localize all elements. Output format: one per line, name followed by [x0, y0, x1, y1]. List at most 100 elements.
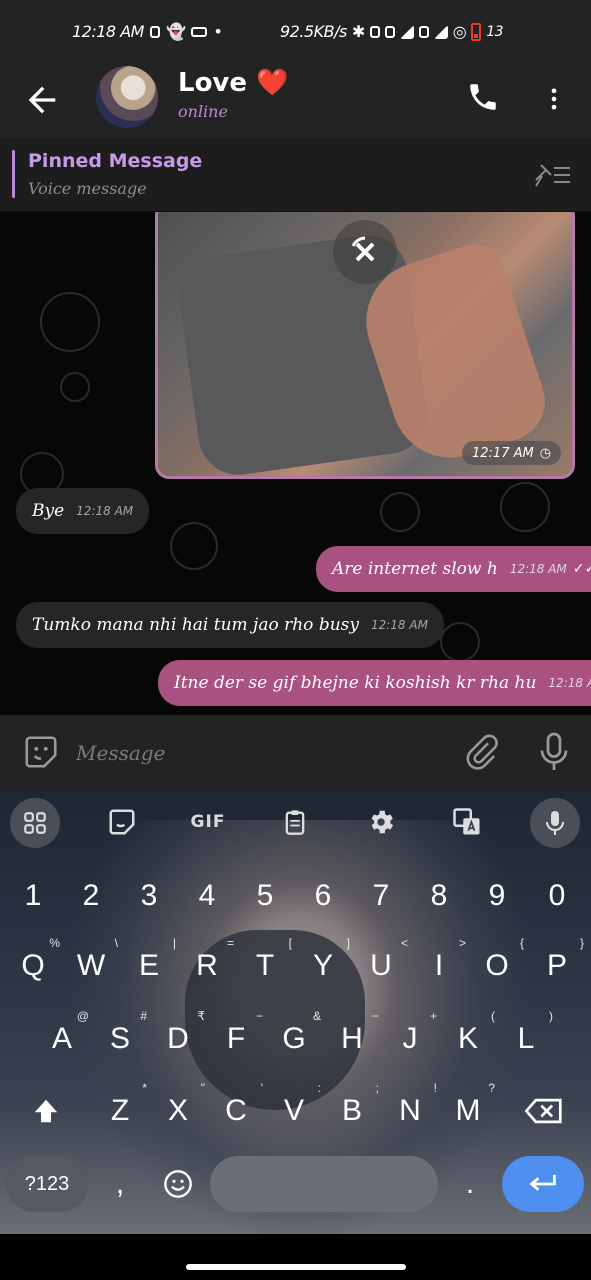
- key-w[interactable]: W \: [62, 936, 120, 994]
- key-3[interactable]: 3: [120, 868, 178, 924]
- key-b[interactable]: B;: [323, 1081, 381, 1139]
- pinned-subtitle: Voice message: [28, 179, 147, 198]
- voice-record-button[interactable]: [536, 731, 572, 773]
- key-n[interactable]: N!: [381, 1081, 439, 1139]
- more-vertical-icon: [551, 88, 557, 110]
- pinned-list-button[interactable]: [532, 160, 572, 190]
- key-9[interactable]: 9: [468, 868, 526, 924]
- key-label: M: [455, 1094, 481, 1127]
- space-key[interactable]: [210, 1156, 438, 1212]
- key-hint: ': [260, 1081, 263, 1095]
- chat-area[interactable]: 12:17 AM ◷ Bye 12:18 AM Are internet slo…: [0, 212, 591, 715]
- translate-button[interactable]: [442, 798, 492, 846]
- key-x[interactable]: X ": [149, 1081, 207, 1139]
- apps-button[interactable]: [10, 798, 60, 848]
- avatar[interactable]: [96, 66, 158, 128]
- pinned-message-bar[interactable]: Pinned Message Voice message: [0, 138, 591, 212]
- status-time: 12:18 AM: [72, 22, 144, 41]
- key-l[interactable]: L): [497, 1009, 555, 1067]
- contact-name[interactable]: Love ❤️: [178, 68, 288, 98]
- key-c[interactable]: C ': [207, 1081, 265, 1139]
- key-2[interactable]: 2: [62, 868, 120, 924]
- key-o[interactable]: O{: [468, 936, 526, 994]
- message-bubble[interactable]: Bye 12:18 AM: [16, 488, 150, 534]
- key-s[interactable]: S #: [91, 1009, 149, 1067]
- key-0[interactable]: 0: [528, 868, 586, 924]
- message-bubble[interactable]: Tumko mana nhi hai tum jao rho busy 12:1…: [16, 602, 444, 648]
- key-label: D: [167, 1022, 189, 1055]
- voice-typing-button[interactable]: [530, 798, 580, 848]
- key-1[interactable]: 1: [4, 868, 62, 924]
- message-bubble[interactable]: Itne der se gif bhejne ki koshish kr rha…: [158, 660, 591, 706]
- symbols-key[interactable]: ?123: [6, 1156, 88, 1212]
- enter-key[interactable]: [502, 1156, 584, 1212]
- shift-key[interactable]: [14, 1083, 78, 1139]
- double-check-icon: ✓✓: [572, 561, 591, 577]
- battery-icon: [471, 22, 482, 41]
- key-j[interactable]: J +: [381, 1009, 439, 1067]
- key-y[interactable]: Y]: [294, 936, 352, 994]
- settings-button[interactable]: [356, 798, 406, 846]
- key-u[interactable]: U <: [352, 936, 410, 994]
- home-gesture-handle[interactable]: [186, 1264, 406, 1270]
- gif-label: GIF: [190, 812, 226, 832]
- key-label: H: [341, 1022, 363, 1055]
- clipboard-button[interactable]: [270, 798, 320, 846]
- back-button[interactable]: [22, 80, 62, 120]
- more-options-button[interactable]: [540, 82, 568, 116]
- comma-key[interactable]: ,: [92, 1156, 148, 1212]
- key-6[interactable]: 6: [294, 868, 352, 924]
- key-p[interactable]: P}: [528, 936, 586, 994]
- status-bar: 12:18 AM 👻 • 92.5KB/s ✱ ◎ 13: [0, 0, 591, 62]
- microphone-icon: [540, 732, 568, 770]
- key-g[interactable]: G &: [265, 1009, 323, 1067]
- key-i[interactable]: I >: [410, 936, 468, 994]
- key-label: R: [196, 949, 218, 982]
- backspace-key[interactable]: [512, 1083, 576, 1139]
- key-7[interactable]: 7: [352, 868, 410, 924]
- key-a[interactable]: A @: [33, 1009, 91, 1067]
- attach-button[interactable]: [462, 733, 500, 771]
- key-v[interactable]: V:: [265, 1081, 323, 1139]
- gif-button[interactable]: GIF: [183, 798, 233, 846]
- key-hint: <: [400, 936, 408, 950]
- key-t[interactable]: T[: [236, 936, 294, 994]
- key-hint: %: [49, 936, 60, 950]
- chat-header: Love ❤️ online: [0, 62, 591, 138]
- key-hint: =: [226, 936, 234, 950]
- message-bubble[interactable]: Are internet slow h 12:18 AM ✓✓: [316, 546, 591, 592]
- cancel-upload-button[interactable]: [333, 220, 397, 284]
- message-time: 12:18 AM: [548, 676, 591, 690]
- call-button[interactable]: [466, 80, 500, 114]
- sticker-keyboard-button[interactable]: [97, 798, 147, 846]
- translate-icon: [453, 808, 480, 835]
- vibrate-icon: [369, 25, 380, 38]
- key-label: G: [282, 1022, 306, 1055]
- key-5[interactable]: 5: [236, 868, 294, 924]
- period-key[interactable]: .: [442, 1156, 498, 1212]
- key-e[interactable]: E |: [120, 936, 178, 994]
- sticker-button[interactable]: [22, 733, 60, 771]
- message-input[interactable]: [76, 737, 446, 769]
- key-label: F: [226, 1022, 246, 1055]
- key-z[interactable]: Z *: [91, 1081, 149, 1139]
- key-label: L: [517, 1022, 535, 1055]
- key-k[interactable]: K(: [439, 1009, 497, 1067]
- key-label: X: [167, 1094, 188, 1127]
- message-composer: [0, 715, 591, 790]
- emoji-key[interactable]: [150, 1156, 206, 1212]
- microphone-icon: [546, 811, 564, 835]
- gear-icon: [371, 810, 393, 834]
- message-time: 12:18 AM: [76, 504, 134, 518]
- key-h[interactable]: H −: [323, 1009, 381, 1067]
- key-hint: {: [519, 936, 524, 950]
- key-8[interactable]: 8: [410, 868, 468, 924]
- key-m[interactable]: M?: [439, 1081, 497, 1139]
- key-4[interactable]: 4: [178, 868, 236, 924]
- key-d[interactable]: D ₹: [149, 1009, 207, 1067]
- key-r[interactable]: R =: [178, 936, 236, 994]
- message-text: Bye: [32, 501, 65, 521]
- key-f[interactable]: F −: [207, 1009, 265, 1067]
- notification-icon: [149, 25, 160, 38]
- key-q[interactable]: Q%: [4, 936, 62, 994]
